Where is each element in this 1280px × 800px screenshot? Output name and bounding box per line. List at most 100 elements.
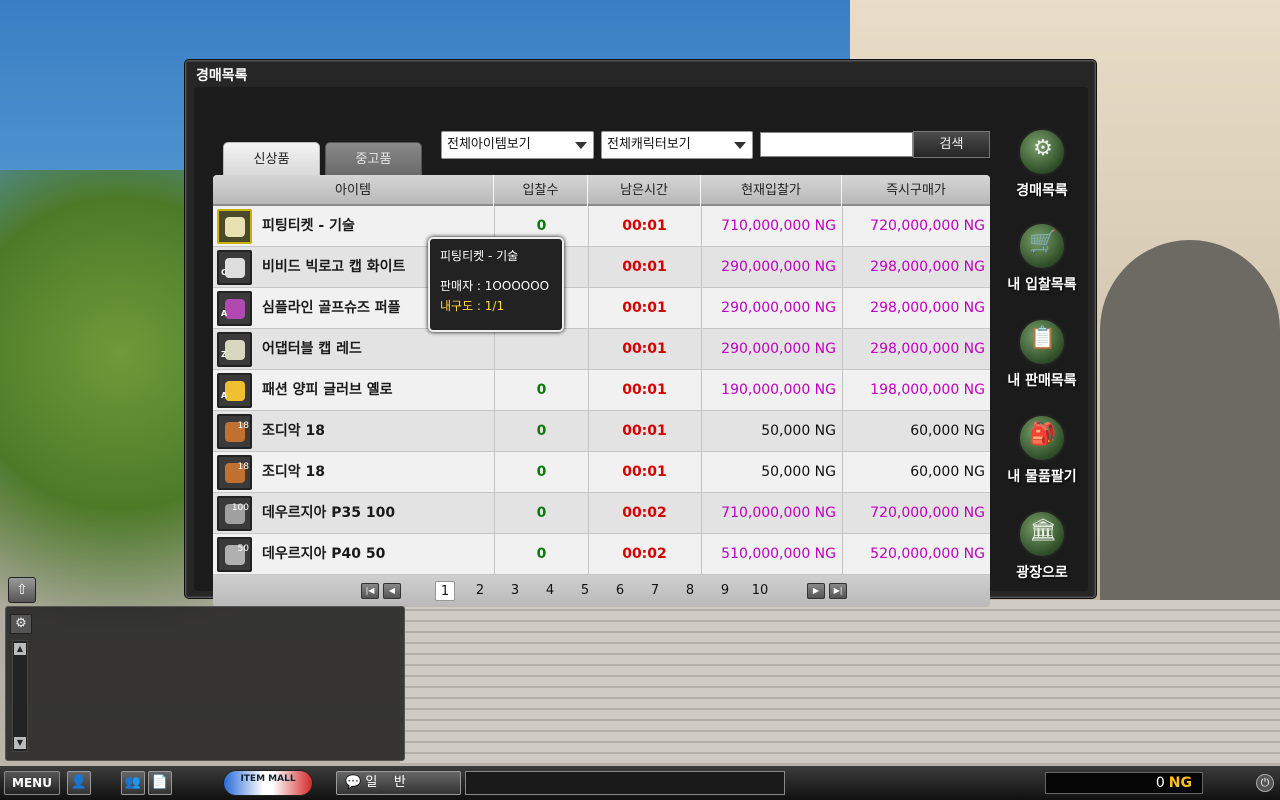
table-row[interactable]: 피팅티켓 - 기술 0 00:01 710,000,000 NG 720,000,000… — [213, 206, 990, 247]
auction-icon-glyph: ⚙ — [1033, 136, 1053, 161]
page-6[interactable]: 6 — [610, 581, 630, 601]
search-button[interactable]: 검색 — [913, 131, 990, 158]
club-icon[interactable]: 18 — [217, 455, 252, 490]
character-filter-dropdown[interactable]: 전체캐릭터보기 — [601, 131, 753, 159]
chevron-down-icon — [734, 142, 746, 149]
chat-scrollbar[interactable]: ▲ ▼ — [12, 640, 28, 752]
menu-button[interactable]: MENU — [4, 771, 60, 795]
shoes-icon[interactable]: A — [217, 291, 252, 326]
prev-page-icon[interactable]: ◀ — [383, 583, 401, 599]
page-10[interactable]: 10 — [750, 581, 770, 601]
chat-toggle-button[interactable]: ⇧ — [8, 577, 36, 603]
page-3[interactable]: 3 — [505, 581, 525, 601]
side-button-0[interactable]: ⚙ 경매목록 — [1002, 128, 1082, 210]
item-thumbnail — [225, 340, 245, 360]
time-left: 00:01 — [622, 259, 667, 275]
item-count: 18 — [237, 462, 249, 472]
item-filter-dropdown[interactable]: 전체아이템보기 — [441, 131, 594, 159]
header-time-left[interactable]: 남은시간 — [588, 175, 701, 206]
table-row[interactable]: A 심플라인 골프슈즈 퍼플 00:01 290,000,000 NG 298,000,… — [213, 288, 990, 329]
item-thumbnail — [225, 217, 245, 237]
building-icon: 🏛 — [1018, 510, 1066, 558]
search-input[interactable] — [760, 132, 913, 157]
table-row[interactable]: C 비비드 빅로고 캡 화이트 00:01 290,000,000 NG 298,000… — [213, 247, 990, 288]
item-mall-button[interactable]: ITEM MALL — [223, 770, 313, 796]
time-left: 00:02 — [622, 505, 667, 521]
bid-count: 0 — [536, 382, 547, 398]
item-name: 데우르지아 P35 100 — [262, 505, 396, 521]
ball-icon[interactable]: 50 — [217, 537, 252, 572]
glove-icon[interactable]: A — [217, 373, 252, 408]
first-page-icon[interactable]: |◀ — [361, 583, 379, 599]
character-filter-value: 전체캐릭터보기 — [607, 137, 691, 152]
goods-icon-glyph: 🎒 — [1029, 422, 1057, 447]
item-grade: A — [221, 309, 228, 318]
exit-icon[interactable]: ⏻ — [1256, 774, 1274, 792]
club-icon[interactable]: 18 — [217, 414, 252, 449]
notes-icon[interactable]: 📄 — [148, 771, 172, 795]
page-4[interactable]: 4 — [540, 581, 560, 601]
gear-icon[interactable]: ⚙ — [10, 614, 32, 634]
side-button-4[interactable]: 🏛 광장으로 — [1002, 510, 1082, 592]
tab-used-items[interactable]: 중고품 — [325, 142, 422, 176]
side-button-label: 경매목록 — [1016, 183, 1068, 199]
ticket-icon[interactable] — [217, 209, 252, 244]
time-left: 00:01 — [622, 341, 667, 357]
header-bids[interactable]: 입찰수 — [494, 175, 588, 206]
item-name: 데우르지아 P40 50 — [262, 546, 386, 562]
page-7[interactable]: 7 — [645, 581, 665, 601]
clipboard-icon: 📋 — [1018, 318, 1066, 366]
bid-count: 0 — [536, 464, 547, 480]
profile-icon[interactable]: 👤 — [67, 771, 91, 795]
time-left: 00:01 — [622, 218, 667, 234]
table-row[interactable]: 100 데우르지아 P35 100 0 00:02 710,000,000 NG 720,… — [213, 493, 990, 534]
cap-icon[interactable]: Z — [217, 332, 252, 367]
scroll-down-icon[interactable]: ▼ — [14, 737, 26, 749]
chat-mode-button[interactable]: 💬 일 반 — [336, 771, 461, 795]
table-row[interactable]: 18 조디악 18 0 00:01 50,000 NG 60,000 NG — [213, 452, 990, 493]
item-thumbnail — [225, 381, 245, 401]
table-row[interactable]: Z 어댑터블 캡 레드 00:01 290,000,000 NG 298,000,000… — [213, 329, 990, 370]
current-bid: 290,000,000 NG — [721, 341, 836, 357]
buy-now-price: 298,000,000 NG — [870, 300, 985, 316]
header-item[interactable]: 아이템 — [213, 175, 494, 206]
clipboard-icon-glyph: 📋 — [1029, 326, 1057, 351]
item-filter-value: 전체아이템보기 — [447, 137, 531, 152]
buy-now-price: 298,000,000 NG — [870, 341, 985, 357]
header-current-bid[interactable]: 현재입찰가 — [701, 175, 842, 206]
chat-mode-label: 일 반 — [365, 775, 406, 790]
window-body: 신상품 중고품 전체아이템보기 전체캐릭터보기 검색 아이템 입찰수 남은시간 … — [194, 87, 1088, 607]
current-bid: 190,000,000 NG — [721, 382, 836, 398]
item-tooltip: 피팅티켓 - 기술 판매자 : 1OOOOOO 내구도 : 1/1 — [428, 237, 564, 332]
side-button-3[interactable]: 🎒 내 물품팔기 — [1002, 414, 1082, 496]
next-page-icon[interactable]: ▶ — [807, 583, 825, 599]
chat-input[interactable] — [465, 771, 785, 795]
side-button-1[interactable]: 🛒 내 입찰목록 — [1002, 222, 1082, 304]
page-9[interactable]: 9 — [715, 581, 735, 601]
bottom-bar: MENU 👤 👥 📄 ITEM MALL 💬 일 반 0 NG ⏻ — [0, 766, 1280, 800]
table-row[interactable]: A 패션 양피 글러브 옐로 0 00:01 190,000,000 NG 198,000… — [213, 370, 990, 411]
cart-icon: 🛒 — [1018, 222, 1066, 270]
page-1[interactable]: 1 — [435, 581, 455, 601]
ball-icon[interactable]: 100 — [217, 496, 252, 531]
time-left: 00:01 — [622, 300, 667, 316]
cap-icon[interactable]: C — [217, 250, 252, 285]
page-2[interactable]: 2 — [470, 581, 490, 601]
table-row[interactable]: 50 데우르지아 P40 50 0 00:02 510,000,000 NG 520,00… — [213, 534, 990, 575]
tab-new-items[interactable]: 신상품 — [223, 142, 320, 176]
page-8[interactable]: 8 — [680, 581, 700, 601]
scroll-up-icon[interactable]: ▲ — [14, 643, 26, 655]
item-grade: Z — [221, 350, 227, 359]
page-5[interactable]: 5 — [575, 581, 595, 601]
last-page-icon[interactable]: ▶| — [829, 583, 847, 599]
side-button-2[interactable]: 📋 내 판매목록 — [1002, 318, 1082, 400]
goods-icon: 🎒 — [1018, 414, 1066, 462]
buy-now-price: 298,000,000 NG — [870, 259, 985, 275]
side-button-label: 내 물품팔기 — [1007, 469, 1077, 485]
friends-icon[interactable]: 👥 — [121, 771, 145, 795]
table-row[interactable]: 18 조디악 18 0 00:01 50,000 NG 60,000 NG — [213, 411, 990, 452]
item-name: 패션 양피 글러브 옐로 — [262, 382, 393, 398]
item-name: 조디악 18 — [262, 423, 325, 439]
header-buy-now[interactable]: 즉시구매가 — [842, 175, 990, 206]
bid-count: 0 — [536, 505, 547, 521]
